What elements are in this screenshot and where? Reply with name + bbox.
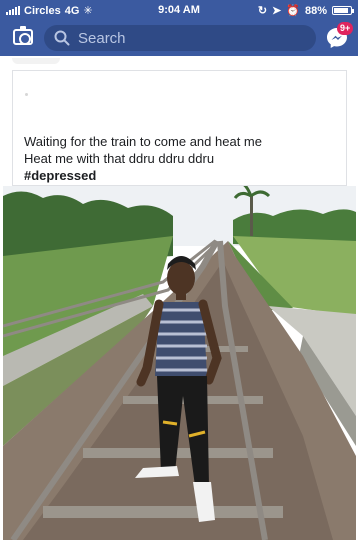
tab-indicator — [12, 58, 60, 64]
post-card: Waiting for the train to come and heat m… — [12, 70, 347, 186]
battery-icon — [332, 6, 354, 15]
hashtag-link[interactable]: #depressed — [24, 167, 344, 184]
post-photo[interactable] — [3, 186, 356, 540]
search-placeholder: Search — [78, 30, 126, 47]
search-icon — [54, 30, 70, 46]
post-line: Heat me with that ddru ddru ddru — [24, 151, 215, 166]
battery-percent: 88% — [304, 4, 327, 17]
alarm-icon: ⏰ — [286, 5, 300, 17]
battery-fill — [334, 8, 348, 13]
camera-icon[interactable] — [13, 26, 33, 45]
placeholder-dot — [25, 93, 28, 96]
notification-badge: 9+ — [337, 22, 354, 35]
post-caption: Waiting for the train to come and heat m… — [24, 133, 344, 184]
photo-illustration — [3, 186, 356, 540]
news-feed: Waiting for the train to come and heat m… — [0, 56, 358, 546]
app-header: Circles 4G ✳ 9:04 AM ↻ ➤ ⏰ 88% Search 9+ — [0, 0, 358, 56]
location-icon: ➤ — [272, 5, 282, 17]
lock-rotation-icon: ↻ — [257, 5, 268, 17]
status-bar: Circles 4G ✳ 9:04 AM ↻ ➤ ⏰ 88% — [0, 0, 358, 22]
search-input[interactable]: Search — [44, 25, 316, 51]
post-line: Waiting for the train to come and heat m… — [24, 134, 262, 149]
